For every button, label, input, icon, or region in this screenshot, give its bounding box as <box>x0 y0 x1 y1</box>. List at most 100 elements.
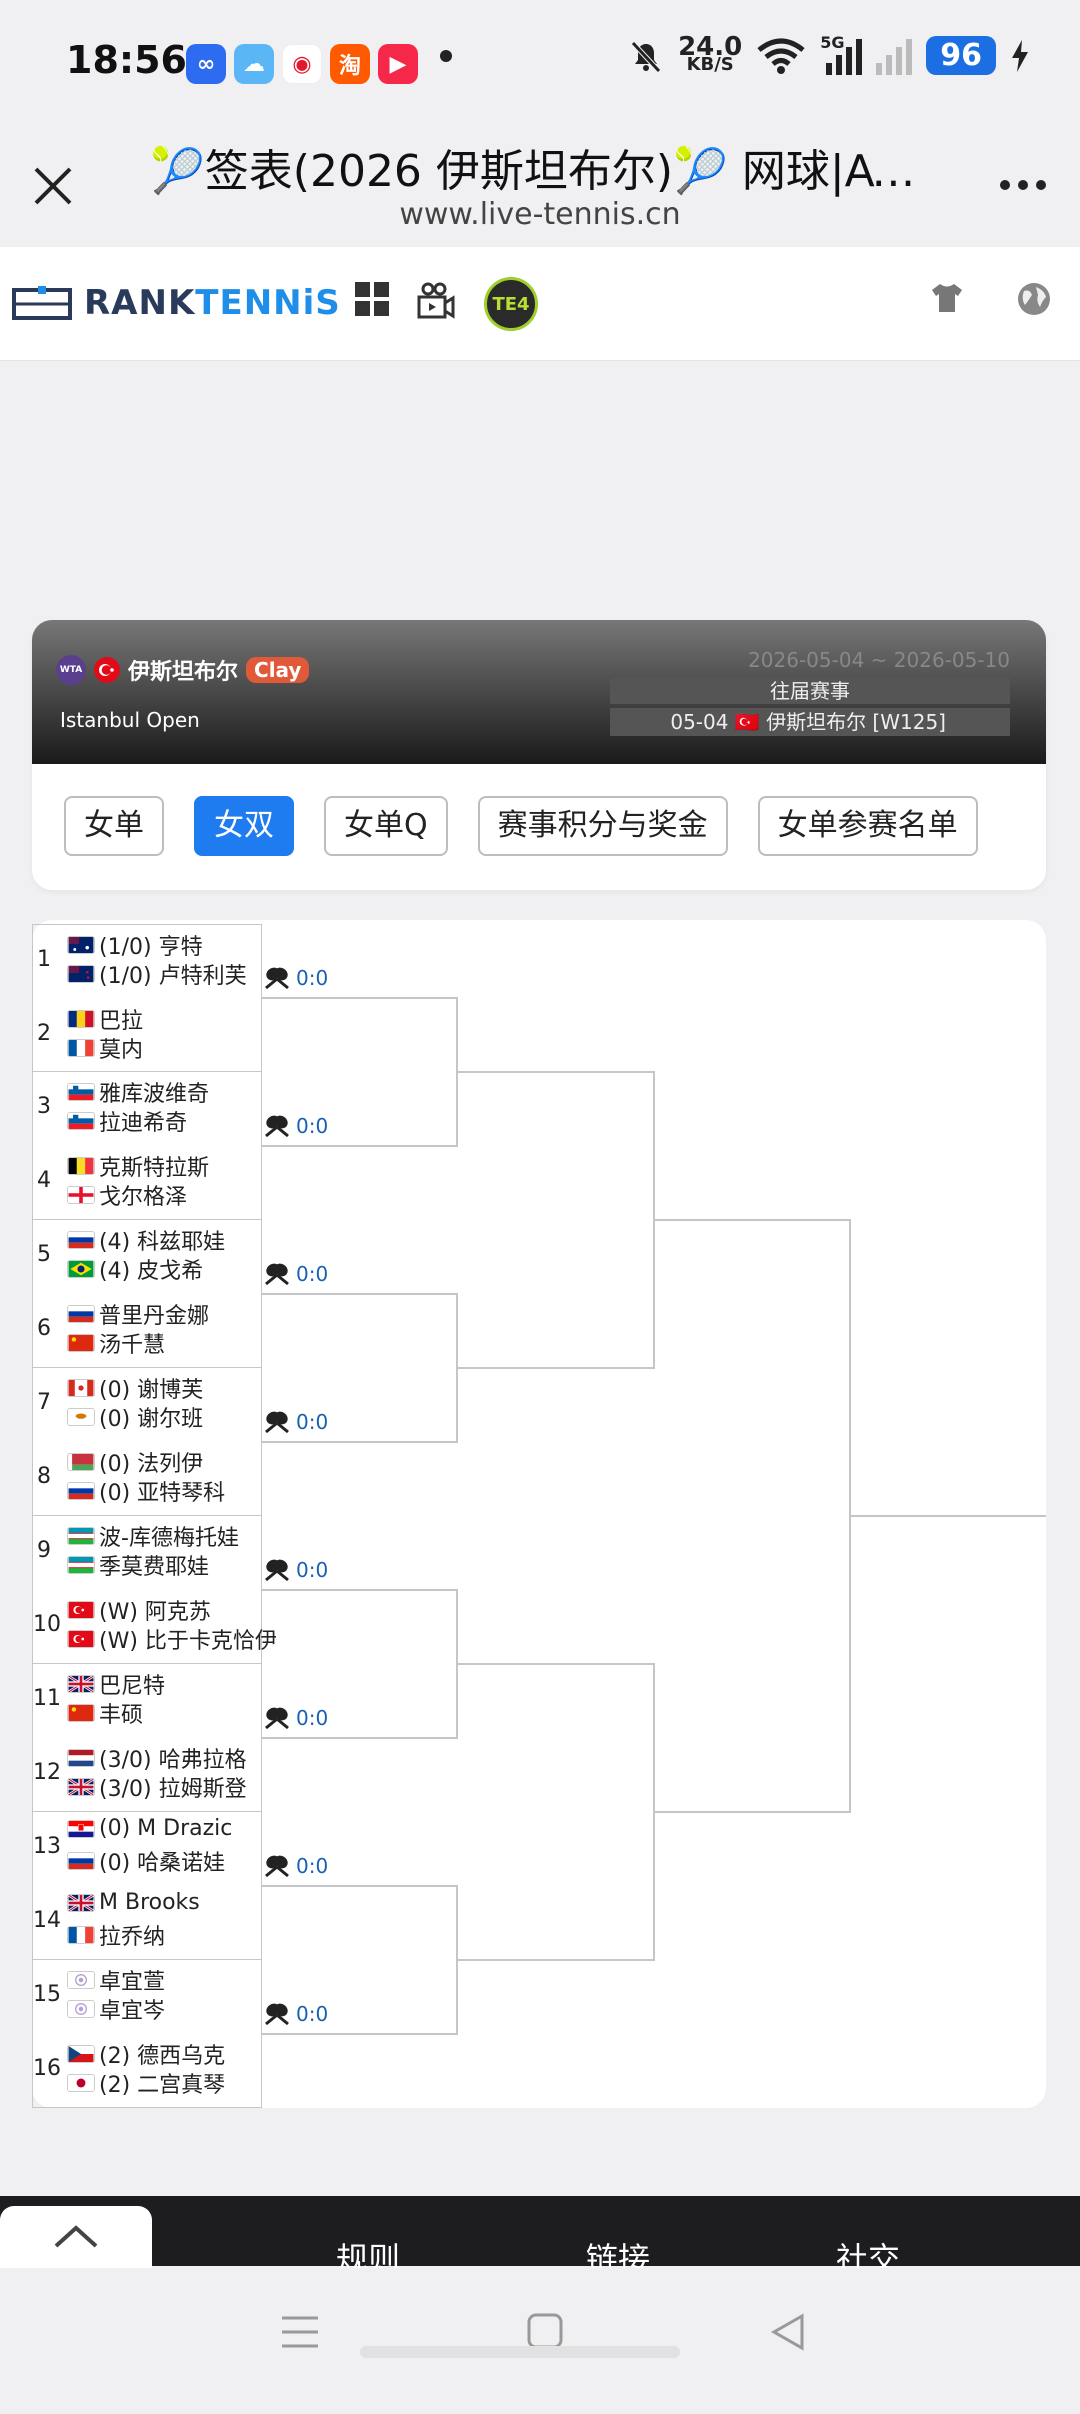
te4-badge[interactable]: TE4 <box>484 277 538 331</box>
tab-points-prize-money[interactable]: 赛事积分与奖金 <box>477 796 728 856</box>
player-name: (0) 亚特琴科 <box>67 1475 225 1507</box>
team-row[interactable]: 11 巴尼特 丰硕 <box>33 1664 261 1738</box>
team-row[interactable]: 9 波-库德梅托娃 季莫费耶娃 <box>33 1516 261 1590</box>
past-event-item[interactable]: 05-04 🇹🇷 伊斯坦布尔 [W125] <box>610 708 1010 736</box>
tournament-banner: WTA 伊斯坦布尔 Clay Istanbul Open 2026-05-04 … <box>32 620 1046 764</box>
team-row[interactable]: 16 (2) 德西乌克 (2) 二宫真琴 <box>33 2034 261 2108</box>
draw-position: 2 <box>37 1021 51 1046</box>
tab-womens-singles-qualifying[interactable]: 女单Q <box>324 796 448 856</box>
logo-text: RANKTENNiS <box>84 283 341 323</box>
ranktennis-logo[interactable]: RANKTENNiS <box>12 283 341 323</box>
team-row[interactable]: 2 巴拉 莫内 <box>33 999 261 1073</box>
globe-icon[interactable] <box>1016 281 1052 317</box>
flag-icon <box>67 1675 95 1693</box>
match-score[interactable]: 0:0 <box>264 1114 328 1138</box>
player-name: 拉乔纳 <box>67 1919 165 1951</box>
video-camera-icon[interactable] <box>416 281 456 321</box>
flag-icon <box>67 1704 95 1722</box>
player-name: (0) 法列伊 <box>67 1446 203 1478</box>
site-footer: 规则 链接 社交 <box>0 2196 1080 2278</box>
team-row[interactable]: 8 (0) 法列伊 (0) 亚特琴科 <box>33 1442 261 1516</box>
tennis-racket-icon <box>265 1115 289 1138</box>
player-name: (2) 二宫真琴 <box>67 2067 225 2099</box>
charging-icon <box>1012 39 1028 72</box>
team-row[interactable]: 13 (0) M Drazic (0) 哈桑诺娃 <box>33 1812 261 1886</box>
more-options-icon[interactable] <box>1000 180 1046 190</box>
flag-icon <box>67 1453 95 1471</box>
flag-icon <box>67 2000 95 2018</box>
team-row[interactable]: 10 (W) 阿克苏 (W) 比于卡克恰伊 <box>33 1590 277 1664</box>
player-name: (0) M Drazic <box>67 1816 232 1841</box>
tab-womens-doubles[interactable]: 女双 <box>194 796 294 856</box>
team-row[interactable]: 14 M Brooks 拉乔纳 <box>33 1886 261 1960</box>
grid-menu-icon[interactable] <box>354 281 390 317</box>
match-score[interactable]: 0:0 <box>264 1262 328 1286</box>
draw-position: 1 <box>37 947 51 972</box>
match-score[interactable]: 0:0 <box>264 966 328 990</box>
surface-badge: Clay <box>246 657 310 683</box>
tournament-title-row: WTA 伊斯坦布尔 Clay <box>56 654 310 686</box>
home-icon[interactable] <box>526 2312 564 2350</box>
tournament-dates: 2026-05-04 ~ 2026-05-10 <box>748 648 1010 672</box>
flag-icon <box>67 1112 95 1130</box>
match-score[interactable]: 0:0 <box>264 1410 328 1434</box>
team-row[interactable]: 15 卓宜萱 卓宜岑 <box>33 1960 261 2034</box>
team-row[interactable]: 7 (0) 谢博芙 (0) 谢尔班 <box>33 1368 261 1442</box>
player-name: 雅库波维奇 <box>67 1076 209 1108</box>
player-name: 巴尼特 <box>67 1668 165 1700</box>
tennis-racket-icon <box>265 2003 289 2026</box>
back-icon[interactable] <box>770 2312 806 2352</box>
flag-icon <box>67 1379 95 1397</box>
player-name: 丰硕 <box>67 1697 143 1729</box>
tennis-racket-icon <box>265 1263 289 1286</box>
match-score[interactable]: 0:0 <box>264 1558 328 1582</box>
flag-icon <box>67 1926 95 1944</box>
draw-position: 16 <box>33 2056 61 2081</box>
shirt-icon[interactable] <box>930 281 964 315</box>
flag-icon <box>67 1527 95 1545</box>
team-row[interactable]: 1 (1/0) 亨特 (1/0) 卢特利芙 <box>33 925 261 999</box>
tournament-name: 伊斯坦布尔 <box>128 660 239 685</box>
player-name: 莫内 <box>67 1032 143 1064</box>
draw-bracket-card: 1 (1/0) 亨特 (1/0) 卢特利芙 2 巴拉 莫内 3 雅库波维奇 拉迪希奇 4 克斯特拉斯… <box>32 920 1046 2108</box>
mute-bell-icon <box>631 40 661 73</box>
gesture-pill[interactable] <box>360 2346 680 2358</box>
tab-singles-entry-list[interactable]: 女单参赛名单 <box>757 796 978 856</box>
flag-icon <box>67 1630 95 1648</box>
match-score[interactable]: 0:0 <box>264 1854 328 1878</box>
player-name: (3/0) 拉姆斯登 <box>67 1771 247 1803</box>
video-app-icon: ▶ <box>378 44 418 84</box>
draw-position: 12 <box>33 1760 61 1785</box>
tennis-racket-icon <box>265 1411 289 1434</box>
match-pair: 3 雅库波维奇 拉迪希奇 4 克斯特拉斯 戈尔格泽 <box>32 1072 262 1220</box>
team-row[interactable]: 4 克斯特拉斯 戈尔格泽 <box>33 1146 261 1220</box>
team-row[interactable]: 5 (4) 科兹耶娃 (4) 皮戈希 <box>33 1220 261 1294</box>
weather-icon: ☁ <box>234 44 274 84</box>
player-table: 1 (1/0) 亨特 (1/0) 卢特利芙 2 巴拉 莫内 3 雅库波维奇 拉迪希奇 4 克斯特拉斯… <box>32 924 277 2108</box>
match-pair: 11 巴尼特 丰硕 12 (3/0) 哈弗拉格 (3/0) 拉姆斯登 <box>32 1664 262 1812</box>
player-name: (2) 德西乌克 <box>67 2038 225 2070</box>
player-name: 季莫费耶娃 <box>67 1549 209 1581</box>
past-events-label[interactable]: 往届赛事 <box>610 678 1010 704</box>
team-row[interactable]: 3 雅库波维奇 拉迪希奇 <box>33 1072 261 1146</box>
player-name: 巴拉 <box>67 1003 143 1035</box>
draw-position: 15 <box>33 1982 61 2007</box>
flag-icon <box>67 2074 95 2092</box>
flag-icon <box>67 1260 95 1278</box>
flag-icon <box>67 1408 95 1426</box>
flag-icon <box>67 1083 95 1101</box>
match-pair: 7 (0) 谢博芙 (0) 谢尔班 8 (0) 法列伊 (0) 亚特琴科 <box>32 1368 262 1516</box>
back-to-top-button[interactable] <box>0 2206 152 2276</box>
tab-womens-singles[interactable]: 女单 <box>64 796 164 856</box>
tennis-racket-icon <box>265 1707 289 1730</box>
more-notifications-dot <box>440 50 452 62</box>
flag-icon <box>67 1482 95 1500</box>
team-row[interactable]: 6 普里丹金娜 汤千慧 <box>33 1294 261 1368</box>
wta-logo-icon: WTA <box>56 655 86 685</box>
flag-icon <box>67 965 95 983</box>
status-time: 18:56 <box>66 38 187 82</box>
menu-icon[interactable] <box>280 2314 320 2350</box>
team-row[interactable]: 12 (3/0) 哈弗拉格 (3/0) 拉姆斯登 <box>33 1738 261 1812</box>
match-score[interactable]: 0:0 <box>264 2002 328 2026</box>
match-score[interactable]: 0:0 <box>264 1706 328 1730</box>
